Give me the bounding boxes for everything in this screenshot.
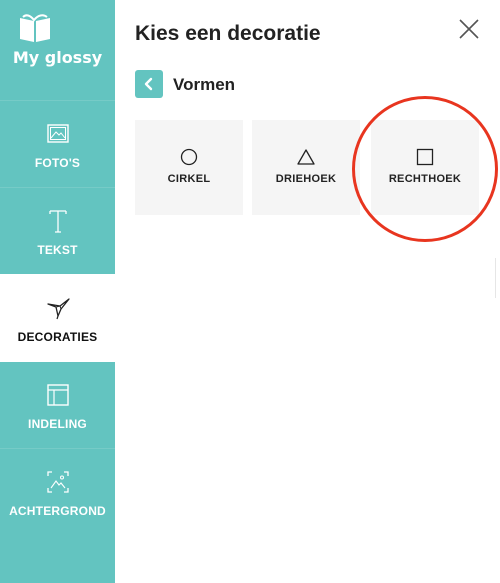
close-icon[interactable] (458, 18, 480, 40)
back-button[interactable] (135, 70, 163, 98)
shape-label: RECHTHOEK (388, 173, 462, 185)
shape-label: CIRKEL (167, 173, 211, 185)
text-icon (49, 210, 67, 233)
logo-text: My glossy (12, 48, 103, 67)
background-image-icon (47, 471, 69, 493)
book-icon (20, 14, 50, 42)
square-icon (416, 148, 434, 166)
shape-card-cirkel[interactable]: CIRKEL (135, 120, 243, 215)
sidebar-item-label: INDELING (28, 417, 87, 431)
logo[interactable]: My glossy (0, 0, 115, 90)
sidebar-item-label: FOTO'S (34, 156, 81, 170)
category-title: Vormen (173, 75, 236, 94)
sidebar-item-fotos[interactable]: FOTO'S (0, 100, 115, 188)
sidebar-item-label: ACHTERGROND (9, 504, 106, 518)
image-icon (47, 124, 69, 143)
sidebar-item-tekst[interactable]: TEKST (0, 187, 115, 275)
circle-icon (180, 148, 198, 166)
sidebar-item-achtergrond[interactable]: ACHTERGROND (0, 448, 115, 536)
scrollbar[interactable] (495, 258, 500, 298)
shape-card-rechthoek[interactable]: RECHTHOEK (371, 120, 479, 215)
layout-icon (47, 384, 69, 406)
sidebar-item-label: TEKST (37, 243, 78, 257)
sidebar-item-indeling[interactable]: INDELING (0, 361, 115, 449)
shape-card-driehoek[interactable]: DRIEHOEK (252, 120, 360, 215)
shape-label: DRIEHOEK (275, 173, 337, 185)
chevron-left-icon (144, 77, 153, 91)
sidebar: My glossy FOTO'S TEKST DECORATIES INDELI… (0, 0, 115, 583)
panel-title: Kies een decoratie (135, 22, 321, 45)
origami-bird-icon (47, 298, 70, 320)
sidebar-item-decoraties[interactable]: DECORATIES (0, 274, 115, 362)
triangle-icon (297, 149, 315, 165)
sidebar-item-label: DECORATIES (17, 330, 98, 344)
